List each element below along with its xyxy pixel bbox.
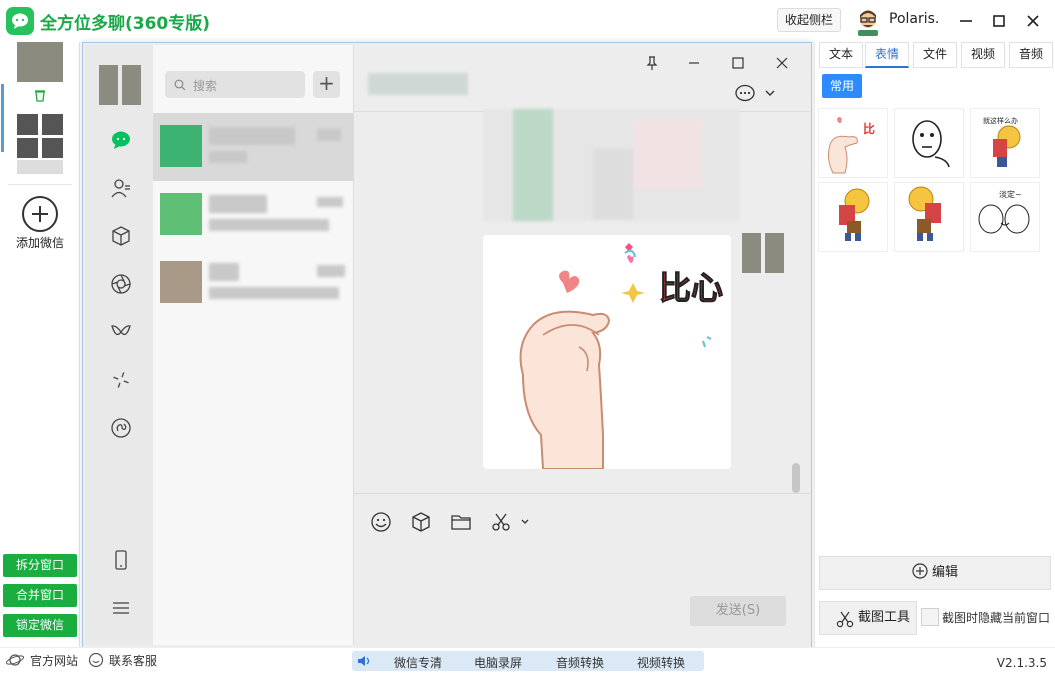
folder-icon[interactable] (450, 511, 472, 533)
title-bar: 全方位多聊(360专版) 收起侧栏 Polaris. (0, 0, 1055, 42)
conversation-item-3[interactable] (153, 249, 353, 317)
more-options-icon[interactable] (734, 83, 776, 105)
support-link[interactable]: 联系客服 (109, 652, 157, 669)
close-icon[interactable] (774, 55, 790, 71)
edit-label: 编辑 (931, 565, 958, 580)
chat-scrollbar[interactable] (792, 463, 800, 493)
discover-icon[interactable] (110, 369, 132, 391)
sticker-text: 比心 (659, 269, 723, 307)
pin-icon[interactable] (644, 55, 660, 71)
wechat-window: 搜索 + 比心 发送(S) (82, 42, 812, 650)
lock-wechat-button[interactable]: 锁定微信 (3, 614, 77, 637)
conversation-avatar-3 (160, 261, 202, 303)
audio-convert-link[interactable]: 音频转换 (556, 654, 604, 671)
account-sidebar: 添加微信 拆分窗口 合并窗口 锁定微信 (0, 42, 80, 647)
phone-icon[interactable] (110, 549, 132, 571)
user-name: Polaris. (889, 11, 940, 27)
scissors-icon[interactable] (490, 511, 534, 533)
trash-icon[interactable] (33, 88, 47, 102)
maximize-icon[interactable] (730, 55, 746, 71)
self-avatar[interactable] (742, 233, 784, 273)
menu-icon[interactable] (110, 597, 132, 619)
add-icon[interactable] (22, 196, 58, 232)
divider (8, 184, 72, 185)
version-label: V2.1.3.5 (996, 656, 1047, 670)
active-account-indicator (1, 84, 4, 152)
video-convert-link[interactable]: 视频转换 (637, 654, 685, 671)
account-avatar-2[interactable] (17, 114, 63, 158)
sticker-item-4[interactable] (818, 182, 888, 252)
input-divider (354, 493, 810, 494)
screenshot-tool-button[interactable]: 截图工具 (819, 601, 917, 635)
finger-heart-sticker: 比心 (519, 243, 724, 470)
edit-button[interactable]: 编辑 (819, 556, 1051, 590)
merge-window-button[interactable]: 合并窗口 (3, 584, 77, 607)
app-title: 全方位多聊(360专版) (40, 14, 211, 34)
scissors-icon (836, 611, 854, 628)
sticker-item-2[interactable] (894, 108, 964, 178)
minimize-icon[interactable] (955, 10, 977, 32)
chat-icon[interactable] (110, 129, 132, 151)
search-icon (174, 79, 186, 91)
conversation-item-1[interactable] (153, 113, 353, 181)
add-chat-button[interactable]: + (313, 71, 340, 98)
wechat-nav-bar (85, 45, 153, 645)
sticker-item-1[interactable]: 比 (818, 108, 888, 178)
collapse-sidebar-button[interactable]: 收起侧栏 (777, 8, 841, 32)
search-input[interactable]: 搜索 (165, 71, 305, 98)
quick-reply-panel: 文本 表情 文件 视频 音频 常用 比 就这样么办 淡定~ 编辑 截图工具 截图… (814, 42, 1055, 647)
maximize-icon[interactable] (988, 10, 1010, 32)
mini-program-icon[interactable] (110, 417, 132, 439)
tab-audio[interactable]: 音频 (1009, 42, 1053, 68)
emoji-icon[interactable] (370, 511, 392, 533)
tool-strip: 微信专清 电脑录屏 音频转换 视频转换 (352, 651, 704, 671)
conversation-item-2[interactable] (153, 181, 353, 249)
conversation-avatar-2 (160, 193, 202, 235)
wechat-clean-link[interactable]: 微信专清 (394, 654, 442, 671)
support-icon (88, 652, 104, 668)
frequent-category-button[interactable]: 常用 (822, 74, 862, 98)
sticker-item-5[interactable] (894, 182, 964, 252)
split-window-button[interactable]: 拆分窗口 (3, 554, 77, 577)
chat-title (368, 73, 468, 95)
aperture-icon[interactable] (110, 273, 132, 295)
wechat-avatar[interactable] (99, 65, 141, 105)
hide-window-label: 截图时隐藏当前窗口 (942, 611, 1051, 625)
sticker-item-6[interactable]: 淡定~ (970, 182, 1040, 252)
search-placeholder: 搜索 (193, 79, 218, 93)
account-avatar-1[interactable] (17, 42, 63, 82)
blurred-message (483, 109, 739, 221)
add-circle-icon (912, 563, 928, 579)
planet-icon (6, 654, 24, 666)
tab-video[interactable]: 视频 (961, 42, 1005, 68)
send-button[interactable]: 发送(S) (690, 596, 786, 626)
status-bar: 官方网站 联系客服 微信专清 电脑录屏 音频转换 视频转换 V2.1.3.5 (0, 647, 1055, 675)
screenshot-tool-label: 截图工具 (858, 610, 911, 625)
tab-text[interactable]: 文本 (819, 42, 863, 68)
contacts-icon[interactable] (110, 177, 132, 199)
minimize-icon[interactable] (686, 55, 702, 71)
cube-icon[interactable] (110, 225, 132, 247)
hide-window-checkbox[interactable] (921, 608, 939, 626)
svg-text:就这样么办: 就这样么办 (983, 116, 1018, 125)
tab-file[interactable]: 文件 (913, 42, 957, 68)
account-name-2 (17, 160, 63, 174)
conversation-list: 搜索 + (153, 45, 353, 645)
app-logo-icon (6, 7, 34, 35)
official-site-link[interactable]: 官方网站 (30, 652, 78, 669)
screen-record-link[interactable]: 电脑录屏 (474, 654, 522, 671)
svg-text:比: 比 (863, 121, 875, 136)
sticker-item-3[interactable]: 就这样么办 (970, 108, 1040, 178)
svg-text:淡定~: 淡定~ (999, 189, 1022, 199)
cube-icon[interactable] (410, 511, 432, 533)
channels-icon[interactable] (110, 321, 132, 343)
chat-panel: 比心 发送(S) (353, 45, 810, 645)
user-avatar[interactable] (855, 6, 881, 36)
close-icon[interactable] (1022, 10, 1044, 32)
speaker-icon (358, 656, 370, 666)
conversation-avatar-1 (160, 125, 202, 167)
add-wechat-label[interactable]: 添加微信 (6, 234, 74, 251)
sticker-message[interactable]: 比心 (483, 235, 731, 470)
tab-sticker[interactable]: 表情 (865, 42, 909, 68)
